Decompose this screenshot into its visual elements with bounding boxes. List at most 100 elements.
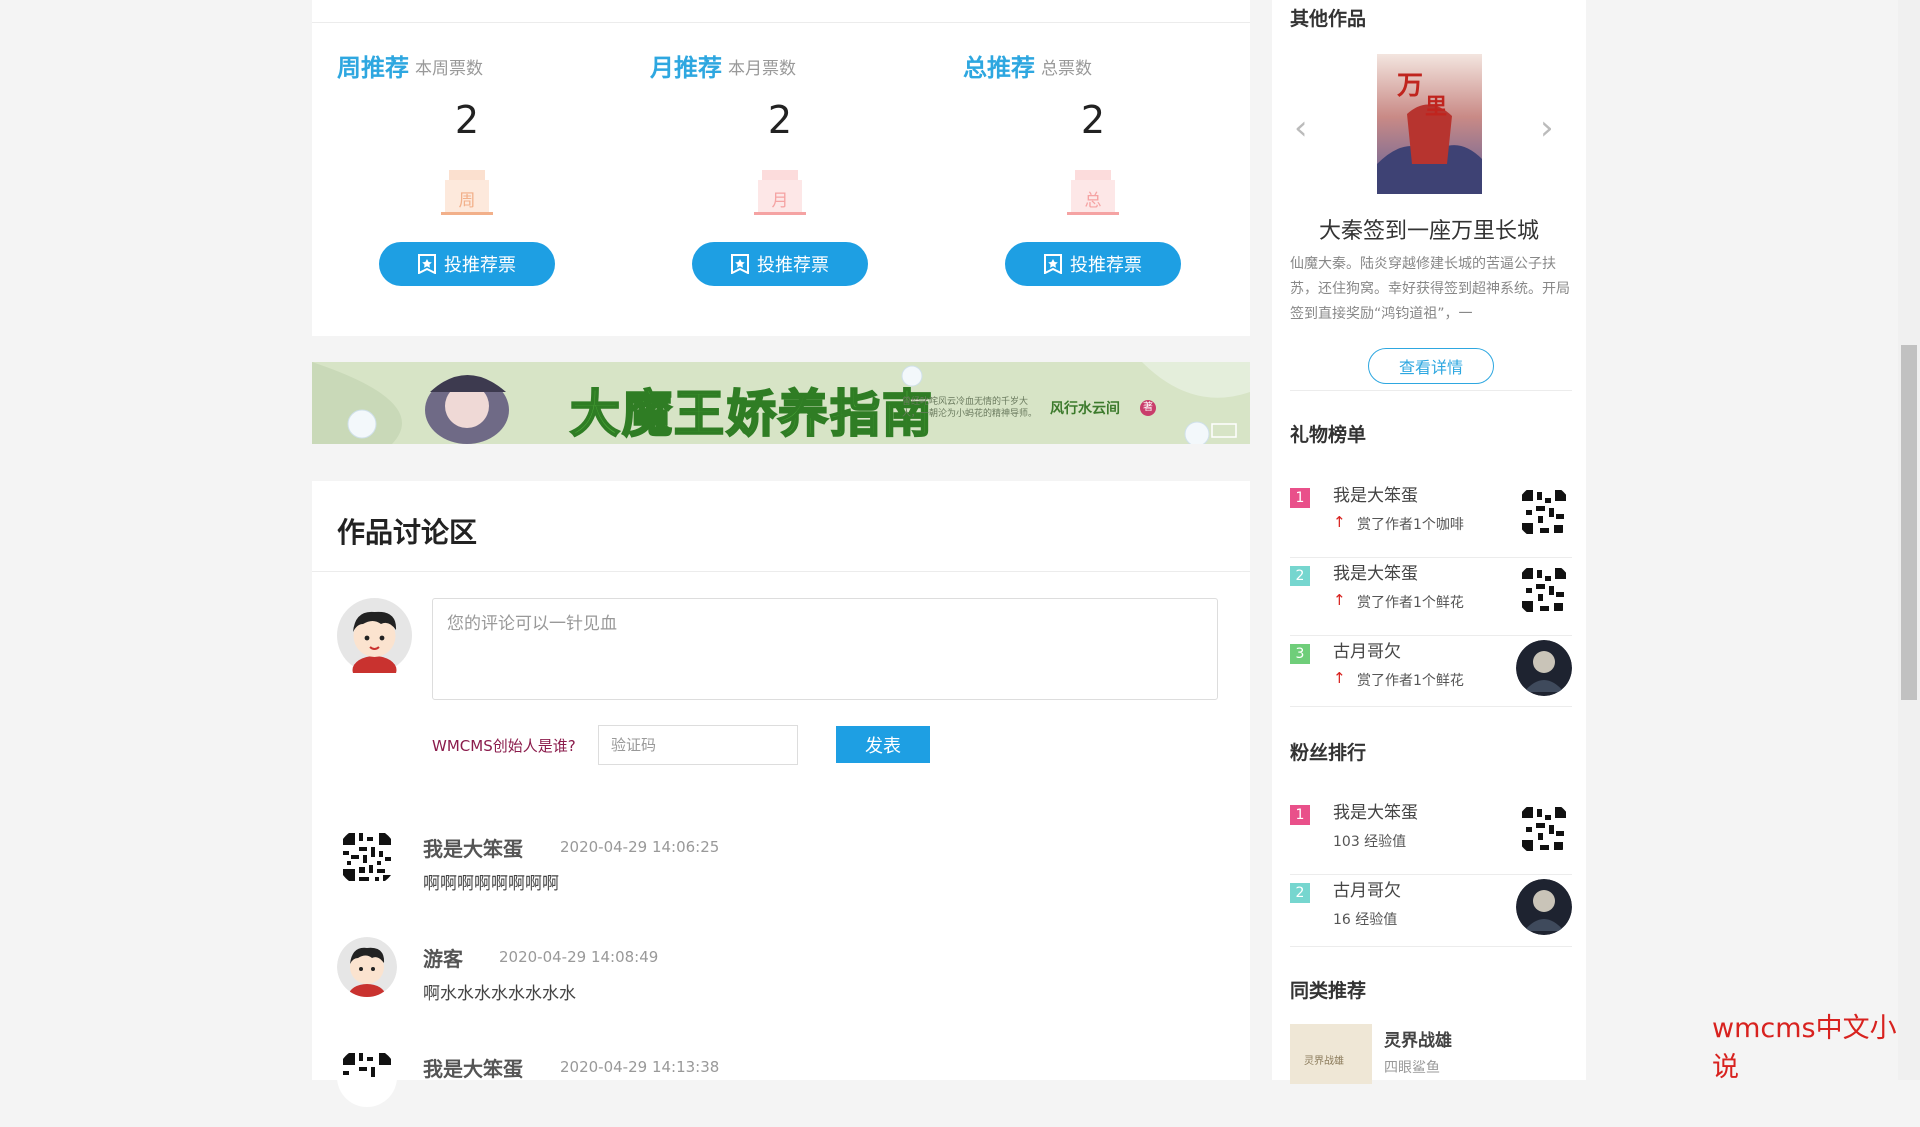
comment-text: 啊水水水水水水水水 — [423, 984, 576, 1004]
user-avatar-qr-icon — [1516, 484, 1572, 540]
weekly-recommend-sub: 本周票数 — [415, 59, 483, 79]
monthly-vote-count: 2 — [767, 98, 793, 142]
user-avatar-qr-icon — [1516, 801, 1572, 857]
weekly-vote-count: 2 — [454, 98, 480, 142]
watermark: wmcms中文小说 — [1712, 1013, 1897, 1083]
monthly-badge-icon: 月 — [754, 170, 806, 215]
svg-text:里: 里 — [1425, 94, 1447, 120]
rank-user: 古月哥欠 — [1333, 642, 1401, 662]
weekly-badge-char: 周 — [459, 191, 476, 211]
weekly-badge-icon: 周 — [441, 170, 493, 215]
post-comment-button[interactable]: 发表 — [836, 726, 930, 763]
comment-time: 2020-04-29 14:08:49 — [499, 948, 659, 966]
divider — [312, 22, 1250, 23]
captcha-question: WMCMS创始人是谁? — [432, 737, 576, 755]
guest-avatar-icon — [337, 937, 397, 997]
my-avatar-icon — [337, 598, 412, 673]
discussion-section: 作品讨论区 WMCMS创始人是谁? 发表 我是大笨蛋 2020-04-29 14 — [312, 481, 1250, 1107]
weekly-recommend-title: 周推荐 — [337, 54, 409, 82]
scrollbar-thumb[interactable] — [1901, 345, 1917, 700]
divider — [1290, 390, 1572, 391]
total-badge-icon: 总 — [1067, 170, 1119, 215]
work-title[interactable]: 大秦签到一座万里长城 — [1272, 213, 1586, 245]
user-avatar-icon — [1516, 879, 1572, 935]
monthly-vote-button[interactable]: 投推荐票 — [692, 242, 868, 286]
similar-book-cover[interactable]: 灵界战雄 — [1290, 1024, 1372, 1084]
total-vote-count: 2 — [1080, 98, 1106, 142]
discussion-heading: 作品讨论区 — [337, 516, 478, 549]
fans-ranking-title: 粉丝排行 — [1290, 742, 1367, 764]
monthly-recommend: 月推荐 本月票数 2 月 投推荐票 — [625, 46, 868, 296]
user-avatar-icon — [1516, 640, 1572, 696]
arrow-up-icon: ↑ — [1333, 513, 1346, 531]
banner-author: 风行水云间 — [1050, 401, 1120, 417]
ticket-icon — [731, 254, 749, 274]
captcha-input[interactable] — [598, 725, 798, 765]
weekly-vote-button[interactable]: 投推荐票 — [379, 242, 555, 286]
total-recommend-sub: 总票数 — [1041, 59, 1092, 79]
total-vote-button[interactable]: 投推荐票 — [1005, 242, 1181, 286]
banner-author-tag: 著 — [1140, 400, 1156, 416]
monthly-badge-char: 月 — [772, 191, 789, 211]
other-works-title: 其他作品 — [1290, 8, 1367, 30]
comment-user[interactable]: 我是大笨蛋 — [423, 1053, 523, 1082]
svg-text:万: 万 — [1397, 71, 1423, 101]
fan-rank-item[interactable]: 2 古月哥欠 16 经验值 — [1290, 875, 1572, 945]
rank-number: 1 — [1290, 805, 1310, 825]
promo-banner[interactable]: 大魔王娇养指南 曾经叱咤风云冷血无情的千岁大人，一朝沦为小蚂花的精神导师。 风行… — [312, 362, 1250, 444]
weekly-recommend: 周推荐 本周票数 2 周 投推荐票 — [312, 46, 555, 296]
rank-desc: 赏了作者1个咖啡 — [1357, 517, 1464, 533]
monthly-vote-label: 投推荐票 — [757, 255, 829, 275]
total-badge-char: 总 — [1085, 191, 1102, 211]
user-avatar-qr-icon — [337, 1047, 397, 1107]
comment-time: 2020-04-29 14:06:25 — [560, 838, 720, 856]
sidebar: 其他作品 ‹ › 万 里 大秦签到一座万里长城 仙魔大秦。陆炎穿越修建长城的苦逼… — [1272, 0, 1586, 1084]
monthly-recommend-sub: 本月票数 — [728, 59, 796, 79]
comment-user[interactable]: 我是大笨蛋 — [423, 833, 523, 862]
comment-time: 2020-04-29 14:13:38 — [560, 1058, 720, 1076]
carousel-next-icon[interactable]: › — [1540, 108, 1554, 148]
gift-rank-item[interactable]: 2 我是大笨蛋 ↑ 赏了作者1个鲜花 — [1290, 558, 1572, 636]
similar-cover-text: 灵界战雄 — [1304, 1056, 1344, 1067]
work-cover[interactable]: 万 里 — [1377, 54, 1482, 194]
rank-number: 1 — [1290, 488, 1310, 508]
rank-user: 我是大笨蛋 — [1333, 564, 1418, 584]
divider — [1290, 946, 1572, 947]
work-description: 仙魔大秦。陆炎穿越修建长城的苦逼公子扶苏，还住狗窝。幸好获得签到超神系统。开局签… — [1290, 256, 1570, 322]
similar-book-author: 四眼鲨鱼 — [1384, 1060, 1440, 1076]
divider — [1290, 706, 1572, 707]
total-vote-label: 投推荐票 — [1070, 255, 1142, 275]
divider — [312, 571, 1250, 572]
user-avatar-qr-icon — [337, 827, 397, 887]
banner-tagline: 曾经叱咤风云冷血无情的千岁大人，一朝沦为小蚂花的精神导师。 — [902, 397, 1038, 419]
rank-user: 古月哥欠 — [1333, 881, 1401, 901]
total-recommend: 总推荐 总票数 2 总 投推荐票 — [938, 46, 1181, 296]
rank-desc: 16 经验值 — [1333, 912, 1398, 928]
comment-item: 我是大笨蛋 2020-04-29 14:13:38 — [337, 1047, 1217, 1127]
user-avatar-qr-icon — [1516, 562, 1572, 618]
carousel-prev-icon[interactable]: ‹ — [1294, 108, 1308, 148]
similar-book-title[interactable]: 灵界战雄 — [1384, 1026, 1452, 1051]
similar-title: 同类推荐 — [1290, 980, 1367, 1002]
rank-desc: 103 经验值 — [1333, 834, 1407, 850]
comment-user[interactable]: 游客 — [423, 943, 463, 972]
fan-rank-item[interactable]: 1 我是大笨蛋 103 经验值 — [1290, 797, 1572, 875]
arrow-up-icon: ↑ — [1333, 591, 1346, 609]
ticket-icon — [418, 254, 436, 274]
gift-rank-item[interactable]: 3 古月哥欠 ↑ 赏了作者1个鲜花 — [1290, 636, 1572, 706]
recommend-panel: 周推荐 本周票数 2 周 投推荐票 月推荐 本月票数 2 月 投推荐票 总推荐 — [312, 0, 1250, 336]
rank-number: 2 — [1290, 883, 1310, 903]
comment-item: 游客 2020-04-29 14:08:49 啊水水水水水水水水 — [337, 937, 1217, 1017]
rank-number: 3 — [1290, 644, 1310, 664]
comment-input[interactable] — [432, 598, 1218, 700]
rank-number: 2 — [1290, 566, 1310, 586]
rank-desc: 赏了作者1个鲜花 — [1357, 595, 1464, 611]
rank-desc: 赏了作者1个鲜花 — [1357, 673, 1464, 689]
gift-ranking-title: 礼物榜单 — [1290, 424, 1367, 446]
weekly-vote-label: 投推荐票 — [444, 255, 516, 275]
gift-rank-item[interactable]: 1 我是大笨蛋 ↑ 赏了作者1个咖啡 — [1290, 480, 1572, 558]
banner-title: 大魔王娇养指南 — [569, 384, 934, 444]
rank-user: 我是大笨蛋 — [1333, 486, 1418, 506]
view-details-button[interactable]: 查看详情 — [1368, 348, 1494, 384]
page-scrollbar[interactable] — [1898, 0, 1920, 1080]
